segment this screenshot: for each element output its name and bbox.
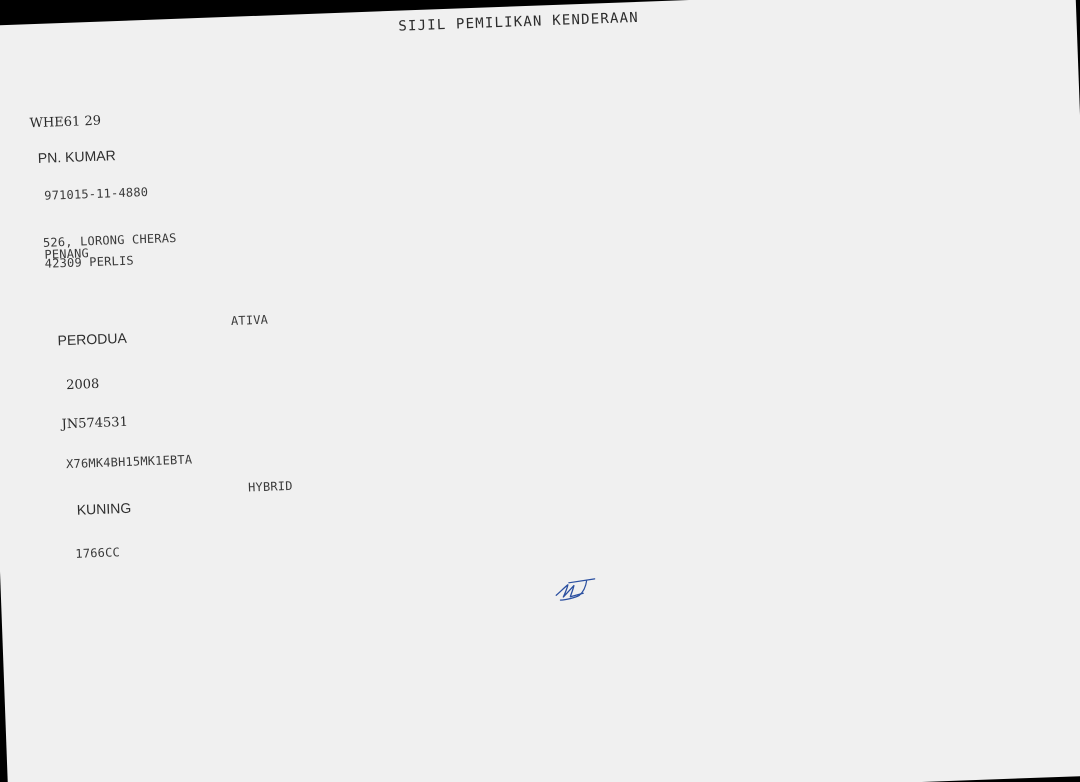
engine-capacity: 1766CC bbox=[75, 545, 121, 561]
document-scan: SIJIL PEMILIKAN KENDERAAN WHE61 29 PN. K… bbox=[0, 0, 1080, 782]
vehicle-model: ATIVA bbox=[230, 312, 269, 328]
owner-name: PN. KUMAR bbox=[37, 147, 116, 166]
manufacture-year: 2008 bbox=[65, 376, 100, 394]
vehicle-color: KUNING bbox=[76, 499, 132, 518]
vehicle-make: PERODUA bbox=[57, 329, 128, 349]
registration-number: WHE61 29 bbox=[29, 113, 102, 132]
signature-mark bbox=[555, 578, 596, 601]
engine-number: JN574531 bbox=[61, 414, 129, 433]
ic-number: 971015-11-4880 bbox=[44, 184, 149, 203]
document-title: SIJIL PEMILIKAN KENDERAAN bbox=[398, 9, 640, 35]
chassis-number: X76MK4BH15MK1EBTA bbox=[65, 452, 193, 472]
fuel-type: HYBRID bbox=[247, 478, 293, 495]
address-line-3: 42309 PERLIS bbox=[44, 253, 135, 271]
certificate-paper: SIJIL PEMILIKAN KENDERAAN WHE61 29 PN. K… bbox=[0, 0, 1080, 782]
